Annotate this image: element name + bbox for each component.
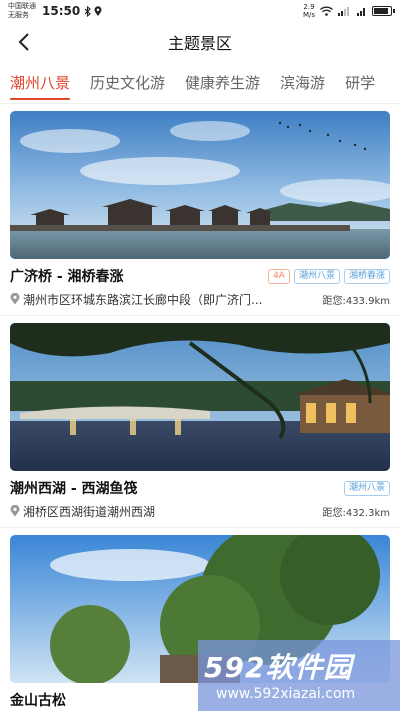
tab-label: 滨海游 xyxy=(280,74,326,92)
net-speed-value: 2.9 xyxy=(303,3,315,11)
west-lake-photo xyxy=(10,323,390,471)
signal-icon-2 xyxy=(357,8,365,16)
scenic-title: 广济桥 - 湘桥春涨 xyxy=(10,269,124,285)
scenic-distance: 距您:432.3km xyxy=(322,507,390,519)
tab-label: 研学 xyxy=(345,74,376,92)
page-title: 主题景区 xyxy=(167,34,232,53)
category-tabs: 潮州八景 历史文化游 健康养生游 滨海游 研学 xyxy=(0,62,400,104)
status-time: 15:50 xyxy=(42,4,81,18)
battery-icon xyxy=(372,6,395,16)
rating-tag: 4A xyxy=(268,268,290,284)
scenic-title: 金山古松 xyxy=(10,693,66,709)
scenic-card[interactable]: 金山古松 xyxy=(0,528,400,709)
tab-label: 历史文化游 xyxy=(90,74,166,92)
category-tag: 潮州八景 xyxy=(293,268,340,284)
scenic-photo xyxy=(10,111,390,259)
tab-chaozhou-eight-sights[interactable]: 潮州八景 xyxy=(0,62,80,103)
tab-history-culture[interactable]: 历史文化游 xyxy=(80,62,175,103)
tag-group: 4A 潮州八景 湘桥春涨 xyxy=(268,268,390,284)
chevron-left-icon xyxy=(18,33,29,51)
status-bar: 中国联通 无服务 15:50 2.9 M/s xyxy=(0,0,400,22)
tab-label: 健康养生游 xyxy=(185,74,261,92)
tab-study-tour[interactable]: 研学 xyxy=(335,62,385,103)
scenic-address: 湘桥区西湖街道潮州西湖 xyxy=(23,504,156,519)
guangji-bridge-photo xyxy=(10,111,390,259)
category-tag: 湘桥春涨 xyxy=(343,268,390,284)
back-button[interactable] xyxy=(10,28,38,56)
jinshan-pine-photo xyxy=(10,535,390,683)
carrier-name: 中国联通 xyxy=(8,2,36,10)
signal-icon xyxy=(338,7,349,16)
network-speed: 2.9 M/s xyxy=(303,3,315,19)
tag-group: 潮州八景 xyxy=(343,480,390,496)
carrier-info: 中国联通 无服务 xyxy=(8,2,36,20)
scenic-photo xyxy=(10,323,390,471)
scenic-list: 广济桥 - 湘桥春涨 4A 潮州八景 湘桥春涨 潮州市区环城东路滨江长廊中段（即… xyxy=(0,104,400,709)
net-speed-unit: M/s xyxy=(302,11,315,19)
tab-label: 潮州八景 xyxy=(10,74,71,92)
location-pin-icon xyxy=(10,293,20,305)
header: 主题景区 xyxy=(0,22,400,62)
scenic-address: 潮州市区环城东路滨江长廊中段（即广济门... xyxy=(23,292,263,307)
location-pin-icon xyxy=(10,505,20,517)
scenic-photo xyxy=(10,535,390,683)
category-tag: 潮州八景 xyxy=(343,480,390,496)
bluetooth-icon xyxy=(84,5,92,17)
scenic-title: 潮州西湖 - 西湖鱼筏 xyxy=(10,481,138,497)
scenic-card[interactable]: 广济桥 - 湘桥春涨 4A 潮州八景 湘桥春涨 潮州市区环城东路滨江长廊中段（即… xyxy=(0,104,400,316)
scenic-card[interactable]: 潮州西湖 - 西湖鱼筏 潮州八景 湘桥区西湖街道潮州西湖 距您:432.3km xyxy=(0,316,400,528)
scenic-distance: 距您:433.9km xyxy=(322,295,390,307)
battery-level xyxy=(374,8,388,14)
wifi-icon xyxy=(320,6,333,16)
location-icon xyxy=(94,5,102,16)
tab-health-wellness[interactable]: 健康养生游 xyxy=(175,62,270,103)
tab-seaside[interactable]: 滨海游 xyxy=(270,62,335,103)
carrier-status: 无服务 xyxy=(8,11,29,19)
